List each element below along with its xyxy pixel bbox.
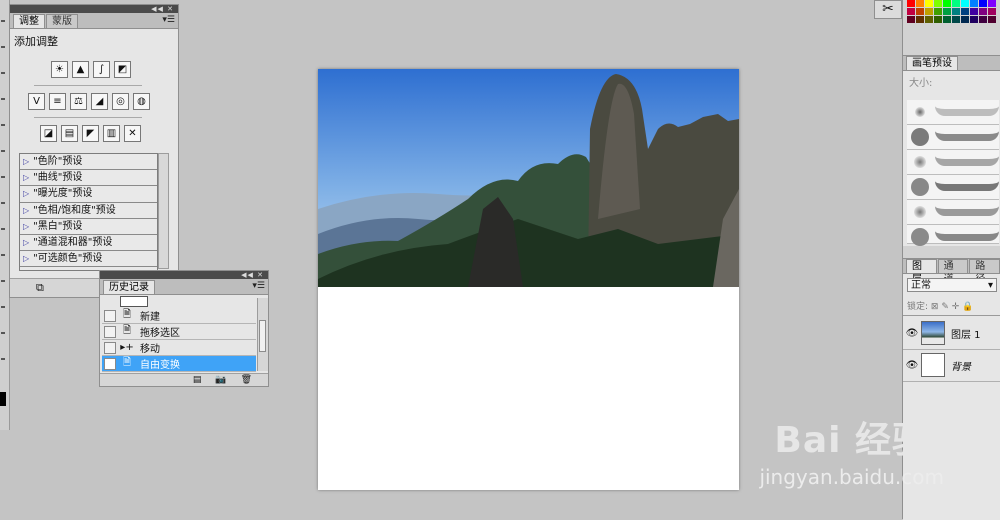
history-panel: ◀◀ ✕ 历史记录 ▾☰ 🗎 新建 🗎 拖移选区 ▸+ 移动 🗎 自由变换 ▤ … bbox=[99, 270, 269, 387]
lock-position-icon[interactable]: ✛ bbox=[952, 302, 960, 312]
curves-icon[interactable]: ∫ bbox=[93, 61, 110, 78]
layer-name: 背景 bbox=[951, 361, 971, 373]
layer-thumbnail bbox=[921, 353, 945, 377]
preset-item[interactable]: ▷ "曝光度"预设 bbox=[20, 186, 157, 203]
eye-icon[interactable]: 👁 bbox=[903, 360, 921, 371]
invert-icon[interactable]: ◪ bbox=[40, 125, 57, 142]
preset-scrollbar[interactable] bbox=[158, 153, 169, 269]
lock-transparent-icon[interactable]: ⊠ bbox=[931, 302, 939, 312]
expand-triangle-icon[interactable]: ▷ bbox=[23, 219, 29, 234]
history-item-selected[interactable]: 🗎 自由变换 bbox=[102, 356, 256, 372]
photo-filter-icon[interactable]: ◎ bbox=[112, 93, 129, 110]
vibrance-icon[interactable]: V bbox=[28, 93, 45, 110]
tab-adjustments[interactable]: 调整 bbox=[13, 14, 45, 28]
brush-preset[interactable] bbox=[907, 200, 999, 225]
preset-item[interactable]: ▷ "色相/饱和度"预设 bbox=[20, 203, 157, 219]
preset-item[interactable]: ▷ "通道混和器"预设 bbox=[20, 235, 157, 252]
adjustments-panel: ◀◀ ✕ 调整 蒙版 ▾☰ 添加调整 ☀ ▲ ∫ ◩ V ≡ ⚖ ◢ ◎ ◍ ◪… bbox=[9, 4, 179, 298]
tab-history[interactable]: 历史记录 bbox=[103, 280, 155, 294]
baidu-jingyan-watermark: Bai 经验 jingyan.baidu.com bbox=[759, 411, 944, 489]
lock-all-icon[interactable]: 🔒 bbox=[962, 302, 973, 312]
chevron-down-icon: ▾ bbox=[987, 280, 993, 291]
move-icon: ▸+ bbox=[120, 342, 134, 353]
tab-masks[interactable]: 蒙版 bbox=[46, 14, 78, 28]
history-checkbox[interactable] bbox=[104, 357, 116, 370]
brightness-icon[interactable]: ☀ bbox=[51, 61, 68, 78]
watermark-url: jingyan.baidu.com bbox=[759, 465, 944, 489]
lock-pixels-icon[interactable]: ✎ bbox=[941, 302, 949, 312]
brush-presets-panel: 画笔预设 大小: bbox=[903, 55, 1000, 246]
add-adjustment-title: 添加调整 bbox=[14, 35, 58, 48]
color-balance-icon[interactable]: ⚖ bbox=[70, 93, 87, 110]
expand-triangle-icon[interactable]: ▷ bbox=[23, 186, 29, 201]
panel-collapse-bar[interactable]: ◀◀ ✕ bbox=[10, 5, 178, 13]
preset-item[interactable]: ▷ "曲线"预设 bbox=[20, 170, 157, 187]
brush-preset[interactable] bbox=[907, 125, 999, 150]
panel-menu-icon[interactable]: ▾☰ bbox=[252, 281, 265, 291]
clip-layer-icon[interactable]: ⧉ bbox=[36, 281, 44, 295]
delete-trash-icon[interactable]: 🗑 bbox=[241, 375, 252, 385]
selective-color-icon[interactable]: ✕ bbox=[124, 125, 141, 142]
history-scrollbar[interactable] bbox=[257, 298, 268, 371]
layer-name: 图层 1 bbox=[951, 329, 981, 341]
tab-paths[interactable]: 路径 bbox=[969, 259, 1000, 285]
layer-thumbnail bbox=[921, 321, 945, 345]
panel-menu-icon[interactable]: ▾☰ bbox=[162, 15, 175, 25]
document-icon: 🗎 bbox=[122, 309, 132, 320]
expand-triangle-icon[interactable]: ▷ bbox=[23, 170, 29, 185]
brush-preset[interactable] bbox=[907, 225, 999, 246]
document-canvas[interactable] bbox=[318, 69, 739, 490]
blend-mode-select[interactable]: 正常 ▾ bbox=[907, 278, 997, 292]
tool-options-button[interactable]: ✂ bbox=[874, 0, 902, 19]
expand-triangle-icon[interactable]: ▷ bbox=[23, 203, 29, 218]
swatches-grid[interactable] bbox=[907, 0, 1000, 32]
expand-triangle-icon[interactable]: ▷ bbox=[23, 235, 29, 250]
expand-triangle-icon[interactable]: ▷ bbox=[23, 154, 29, 169]
watermark-logo: Bai 经验 bbox=[774, 420, 930, 461]
history-checkbox[interactable] bbox=[104, 325, 116, 338]
brush-preset[interactable] bbox=[907, 175, 999, 200]
history-item[interactable]: ▸+ 移动 bbox=[102, 340, 256, 356]
preset-item[interactable]: ▷ "黑白"预设 bbox=[20, 219, 157, 235]
history-item[interactable]: 🗎 拖移选区 bbox=[102, 324, 256, 340]
document-icon: 🗎 bbox=[122, 325, 132, 336]
scrollbar-thumb[interactable] bbox=[259, 320, 266, 352]
panel-collapse-bar[interactable]: ◀◀ ✕ bbox=[100, 271, 268, 279]
preset-item[interactable]: ▷ "色阶"预设 bbox=[20, 154, 157, 171]
lock-row: 锁定: ⊠ ✎ ✛ 🔒 bbox=[907, 302, 974, 312]
snapshot-camera-icon[interactable]: 📷 bbox=[215, 375, 226, 385]
landscape-photo bbox=[318, 69, 739, 287]
channel-mixer-icon[interactable]: ◍ bbox=[133, 93, 150, 110]
document-icon: 🗎 bbox=[122, 357, 132, 368]
threshold-icon[interactable]: ◤ bbox=[82, 125, 99, 142]
history-footer: ▤ 📷 🗑 bbox=[100, 373, 268, 386]
exposure-icon[interactable]: ◩ bbox=[114, 61, 131, 78]
preset-list: ▷ "色阶"预设 ▷ "曲线"预设 ▷ "曝光度"预设 ▷ "色相/饱和度"预设 ▷ "黑… bbox=[19, 153, 158, 271]
black-white-icon[interactable]: ◢ bbox=[91, 93, 108, 110]
brush-size-label: 大小: bbox=[909, 78, 933, 89]
foreground-color-swatch[interactable] bbox=[0, 392, 6, 406]
history-item[interactable]: 🗎 新建 bbox=[102, 308, 256, 324]
history-checkbox[interactable] bbox=[104, 309, 116, 322]
preset-item[interactable]: ▷ "可选颜色"预设 bbox=[20, 251, 157, 268]
tab-channels[interactable]: 通道 bbox=[937, 259, 969, 285]
history-checkbox[interactable] bbox=[104, 341, 116, 354]
snapshot-thumbnail[interactable] bbox=[120, 296, 148, 307]
levels-icon[interactable]: ▲ bbox=[72, 61, 89, 78]
brush-preset[interactable] bbox=[907, 150, 999, 175]
expand-triangle-icon[interactable]: ▷ bbox=[23, 251, 29, 266]
posterize-icon[interactable]: ▤ bbox=[61, 125, 78, 142]
brush-preset[interactable] bbox=[907, 100, 999, 125]
tab-brush-presets[interactable]: 画笔预设 bbox=[906, 56, 958, 70]
eye-icon[interactable]: 👁 bbox=[903, 328, 921, 339]
layer-row[interactable]: 👁 图层 1 bbox=[903, 317, 1000, 350]
new-document-from-state-icon[interactable]: ▤ bbox=[193, 375, 202, 385]
gradient-map-icon[interactable]: ▥ bbox=[103, 125, 120, 142]
hue-saturation-icon[interactable]: ≡ bbox=[49, 93, 66, 110]
tab-layers[interactable]: 图层 bbox=[906, 259, 937, 285]
layer-row[interactable]: 👁 背景 bbox=[903, 349, 1000, 382]
